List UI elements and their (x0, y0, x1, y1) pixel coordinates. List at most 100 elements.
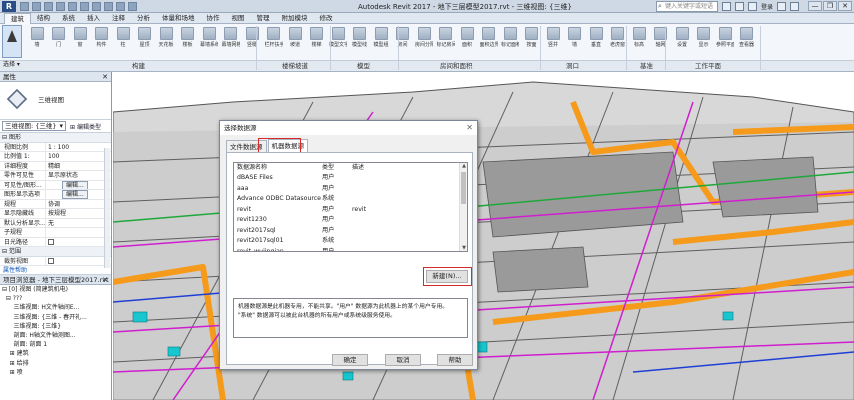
tree-item[interactable]: ⊞ 建筑 (2, 349, 111, 358)
undo-icon[interactable] (44, 2, 53, 11)
ribbon-tool[interactable]: 模型文字 (329, 27, 347, 48)
list-scrollbar[interactable]: ▲ ▼ (459, 163, 467, 251)
user-icon[interactable] (748, 2, 757, 11)
ribbon-tool[interactable]: 轴网 (652, 27, 670, 48)
ribbon-tool[interactable]: 竖梃 (243, 27, 261, 48)
tab-view[interactable]: 视图 (226, 13, 251, 24)
ok-button[interactable]: 确定 (332, 354, 368, 366)
tab-manage[interactable]: 管理 (251, 13, 276, 24)
panel-build[interactable]: 构建 (132, 61, 145, 72)
open-icon[interactable] (20, 2, 29, 11)
property-value[interactable]: 编辑... (46, 180, 111, 189)
ribbon-tool[interactable]: 墙 (28, 27, 46, 48)
list-item[interactable]: Advance ODBC Datasource 系统 (234, 194, 467, 205)
ribbon-tool[interactable]: 幕墙系统 (200, 27, 218, 48)
ribbon-tool[interactable]: 栏杆扶手 (265, 27, 283, 48)
tree-item[interactable]: ⊟ ??? (2, 294, 111, 303)
properties-help-link[interactable]: 属性帮助 (0, 266, 111, 275)
ribbon-tool[interactable]: 查看器 (738, 27, 756, 48)
ribbon-tool[interactable]: 标记面积 (501, 27, 519, 48)
dialog-close-icon[interactable]: ✕ (466, 121, 473, 135)
binoculars-icon[interactable] (722, 2, 731, 11)
scroll-down-icon[interactable]: ▼ (460, 245, 467, 251)
ribbon-tool[interactable]: 楼板 (179, 27, 197, 48)
ribbon-tool[interactable]: 门 (50, 27, 68, 48)
panel-model[interactable]: 模型 (357, 61, 370, 72)
tab-architecture[interactable]: 建筑 (4, 12, 31, 24)
property-value[interactable]: 编辑... (46, 190, 111, 199)
ribbon-tool[interactable]: 显示 (695, 27, 713, 48)
ribbon-tool[interactable]: 房间 (394, 27, 412, 48)
ribbon-tool[interactable]: 老虎窗 (609, 27, 627, 48)
login-link[interactable]: 登录 (761, 2, 773, 11)
group-extents[interactable]: ⊟ 范围 (0, 247, 111, 257)
section-icon[interactable] (116, 2, 125, 11)
property-value[interactable]: 精细 (46, 162, 111, 171)
ribbon-tool[interactable]: 参照平面 (716, 27, 734, 48)
edit-button[interactable]: 编辑... (62, 190, 88, 199)
tab-insert[interactable]: 插入 (81, 13, 106, 24)
ribbon-tool[interactable]: 楼梯 (308, 27, 326, 48)
ribbon-tool[interactable]: 天花板 (157, 27, 175, 48)
ribbon-tool[interactable]: 屋顶 (136, 27, 154, 48)
ribbon-tool[interactable]: 竖井 (544, 27, 562, 48)
ribbon-tool[interactable]: 坡道 (286, 27, 304, 48)
data-source-list[interactable]: 数据源名称 类型 描述 dBASE Files 用户 aaa 用户 Advance OD… (233, 162, 468, 252)
tree-item[interactable]: ⊞ 喷 (2, 368, 111, 377)
list-item[interactable]: aaa 用户 (234, 184, 467, 195)
tree-item[interactable]: 三维视图: {三维 - 春开礼... (2, 313, 111, 322)
list-item[interactable]: revit1230 用户 (234, 215, 467, 226)
panel-opening[interactable]: 洞口 (566, 61, 579, 72)
panel-circulation[interactable]: 楼梯坡道 (282, 61, 308, 72)
tab-analyze[interactable]: 分析 (131, 13, 156, 24)
print-icon[interactable] (68, 2, 77, 11)
list-item[interactable]: revit_wujinqian 用户 (234, 247, 467, 252)
tree-item[interactable]: 剖面: 剖面 1 (2, 340, 111, 349)
panel-work-plane[interactable]: 工作平面 (695, 61, 721, 72)
ribbon-tool[interactable]: 面积 (458, 27, 476, 48)
panel-room-area[interactable]: 房间和面积 (440, 61, 473, 72)
close-button[interactable]: ✕ (838, 1, 852, 11)
modify-button[interactable] (2, 25, 22, 58)
3d-view-icon[interactable] (104, 2, 113, 11)
type-selector[interactable]: 三维视图 (0, 82, 111, 120)
save-icon[interactable] (32, 2, 41, 11)
property-value[interactable] (46, 228, 111, 237)
scroll-thumb[interactable] (461, 172, 466, 204)
minimize-button[interactable]: — (808, 1, 822, 11)
revit-logo-icon[interactable]: R (2, 1, 16, 12)
property-value[interactable] (46, 238, 111, 247)
ribbon-tool[interactable]: 幕墙网格 (222, 27, 240, 48)
star-icon[interactable] (735, 2, 744, 11)
tab-systems[interactable]: 系统 (56, 13, 81, 24)
list-item[interactable]: dBASE Files 用户 (234, 173, 467, 184)
close-icon[interactable]: ✕ (102, 72, 108, 82)
property-value[interactable]: 协调 (46, 200, 111, 209)
ribbon-tool[interactable]: 窗 (71, 27, 89, 48)
property-value[interactable]: 显示原状态 (46, 171, 111, 180)
col-desc[interactable]: 描述 (351, 163, 451, 173)
tab-addins[interactable]: 附加模块 (276, 13, 314, 24)
tab-structure[interactable]: 结构 (31, 13, 56, 24)
property-value[interactable]: 无 (46, 219, 111, 228)
help-icon[interactable] (790, 2, 800, 11)
col-name[interactable]: 数据源名称 (234, 163, 321, 173)
edit-button[interactable]: 编辑... (62, 180, 88, 189)
col-type[interactable]: 类型 (321, 163, 351, 173)
property-value[interactable]: 按规程 (46, 209, 111, 218)
list-item[interactable]: revit2017sql01 系统 (234, 236, 467, 247)
search-input[interactable]: ⌕ 键入关键字或短语 (656, 1, 718, 12)
ribbon-tool[interactable]: 模型线 (351, 27, 369, 48)
ribbon-tool[interactable]: 柱 (114, 27, 132, 48)
ribbon-tool[interactable]: 房间分隔 (415, 27, 433, 48)
ribbon-tool[interactable]: 面积边界 (480, 27, 498, 48)
ribbon-tool[interactable]: 墙 (566, 27, 584, 48)
thin-lines-icon[interactable] (128, 2, 137, 11)
properties-scrollbar[interactable] (104, 148, 110, 268)
tree-item[interactable]: 三维视图: H文件轴间E... (2, 303, 111, 312)
select-dropdown[interactable]: 选择 ▾ (0, 59, 22, 70)
tree-item[interactable]: 三维视图: {三维} (2, 322, 111, 331)
instance-selector[interactable]: 三维视图: {三维} (2, 121, 66, 131)
redo-icon[interactable] (56, 2, 65, 11)
tree-item[interactable]: ⊞ 给排 (2, 359, 111, 368)
